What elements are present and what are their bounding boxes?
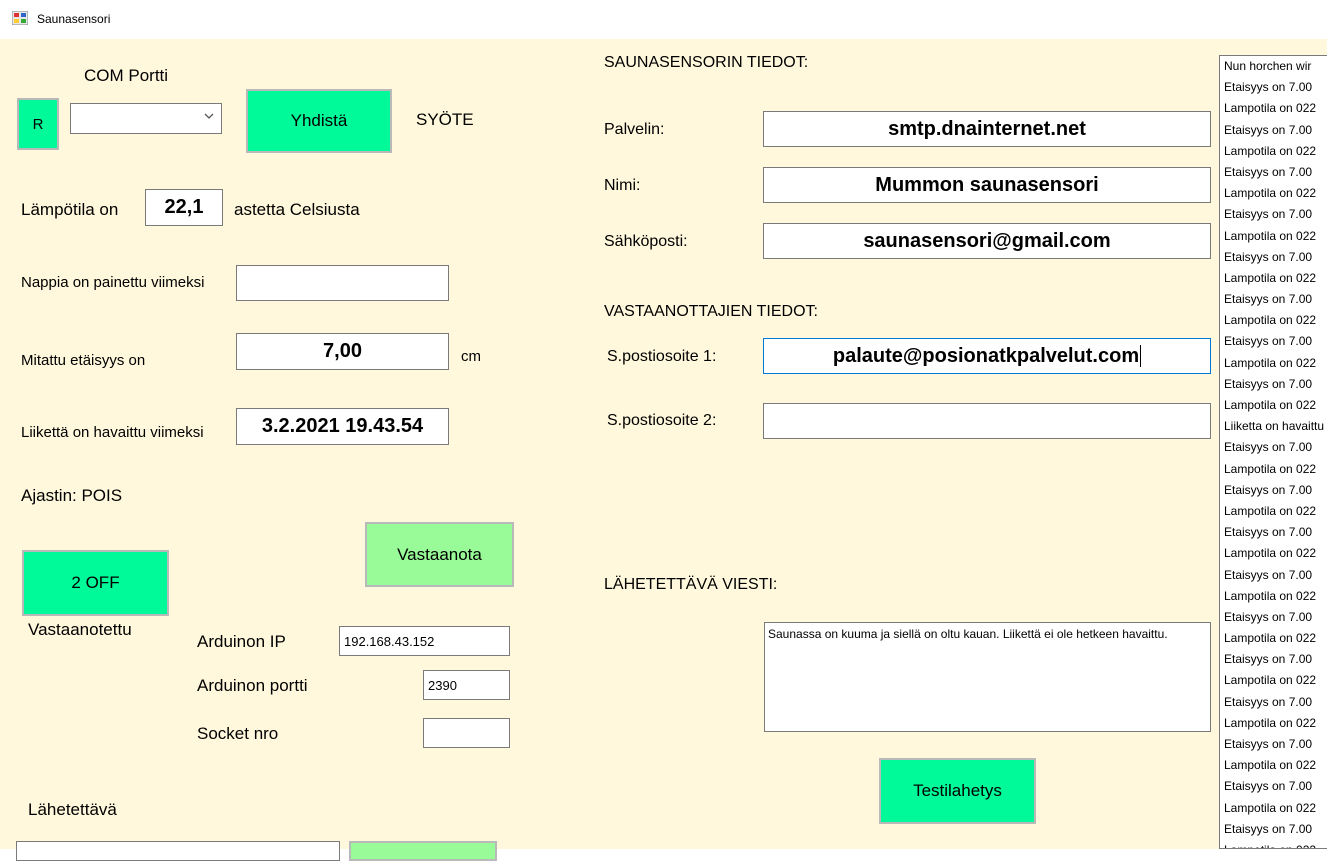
message-heading: LÄHETETTÄVÄ VIESTI: [604, 576, 778, 593]
log-line[interactable]: Etaisyys on 7.00 [1220, 607, 1327, 628]
window-title: Saunasensori [37, 12, 111, 26]
email2-label: S.postiosoite 2: [607, 412, 717, 429]
socket-label: Socket nro [197, 724, 279, 743]
server-label: Palvelin: [604, 121, 665, 138]
log-line[interactable]: Lampotila on 022 [1220, 226, 1327, 247]
title-bar: Saunasensori [0, 0, 1327, 39]
receive-button[interactable]: Vastaanota [365, 522, 514, 587]
send-button[interactable] [349, 841, 497, 861]
email1-field[interactable]: palaute@posionatkpalvelut.com [763, 338, 1211, 374]
log-line[interactable]: Lampotila on 022 [1220, 713, 1327, 734]
email2-field[interactable] [763, 403, 1211, 439]
socket-field[interactable] [423, 718, 510, 748]
log-line[interactable]: Etaisyys on 7.00 [1220, 776, 1327, 797]
name-label: Nimi: [604, 177, 641, 194]
arduino-ip-field[interactable]: 192.168.43.152 [339, 626, 510, 656]
distance-value[interactable]: 7,00 [236, 333, 449, 370]
sensor-info-heading: SAUNASENSORIN TIEDOT: [604, 54, 809, 71]
log-line[interactable]: Lampotila on 022 [1220, 395, 1327, 416]
temperature-prefix: Lämpötila on [21, 200, 119, 219]
log-line[interactable]: Lampotila on 022 [1220, 586, 1327, 607]
text-caret [1140, 345, 1142, 367]
temperature-suffix: astetta Celsiusta [234, 200, 360, 219]
off-button[interactable]: 2 OFF [22, 550, 169, 616]
log-line[interactable]: Lampotila on 022 [1220, 98, 1327, 119]
log-line[interactable]: Lampotila on 022 [1220, 840, 1327, 848]
log-line[interactable]: Lampotila on 022 [1220, 183, 1327, 204]
log-line[interactable]: Etaisyys on 7.00 [1220, 162, 1327, 183]
email1-value: palaute@posionatkpalvelut.com [832, 344, 1140, 367]
input-label: SYÖTE [416, 110, 474, 129]
log-line[interactable]: Etaisyys on 7.00 [1220, 819, 1327, 840]
recipients-heading: VASTAANOTTAJIEN TIEDOT: [604, 303, 818, 320]
motion-value[interactable]: 3.2.2021 19.43.54 [236, 408, 449, 445]
button-pressed-field[interactable] [236, 265, 449, 301]
app-icon [12, 11, 28, 25]
log-line[interactable]: Lampotila on 022 [1220, 798, 1327, 819]
email-field[interactable]: saunasensori@gmail.com [763, 223, 1211, 259]
log-line[interactable]: Lampotila on 022 [1220, 141, 1327, 162]
server-field[interactable]: smtp.dnainternet.net [763, 111, 1211, 147]
r-button[interactable]: R [17, 98, 59, 150]
message-textarea[interactable]: Saunassa on kuuma ja siellä on oltu kaua… [764, 622, 1211, 732]
log-line[interactable]: Etaisyys on 7.00 [1220, 374, 1327, 395]
log-line[interactable]: Liiketta on havaittu [1220, 416, 1327, 437]
email1-label: S.postiosoite 1: [607, 348, 717, 365]
log-line[interactable]: Etaisyys on 7.00 [1220, 289, 1327, 310]
log-line[interactable]: Lampotila on 022 [1220, 755, 1327, 776]
log-line[interactable]: Lampotila on 022 [1220, 670, 1327, 691]
button-pressed-label: Nappia on painettu viimeksi [21, 274, 205, 291]
log-line[interactable]: Etaisyys on 7.00 [1220, 565, 1327, 586]
log-line[interactable]: Etaisyys on 7.00 [1220, 692, 1327, 713]
log-line[interactable]: Etaisyys on 7.00 [1220, 77, 1327, 98]
log-line[interactable]: Etaisyys on 7.00 [1220, 331, 1327, 352]
log-lines: Nun horchen wir Etaisyys on 7.00 Lampotila… [1220, 56, 1327, 848]
arduino-ip-label: Arduinon IP [197, 632, 286, 651]
arduino-port-field[interactable]: 2390 [423, 670, 510, 700]
timer-status: Ajastin: POIS [21, 486, 123, 505]
chevron-down-icon [204, 113, 214, 119]
log-line[interactable]: Etaisyys on 7.00 [1220, 649, 1327, 670]
email-label: Sähköposti: [604, 233, 688, 250]
log-listbox[interactable]: Nun horchen wir Etaisyys on 7.00 Lampotila… [1219, 55, 1327, 849]
distance-unit: cm [461, 348, 481, 365]
com-port-label: COM Portti [84, 66, 169, 85]
main-form: COM Portti R Yhdistä SYÖTE Lämpötila on … [0, 39, 1327, 861]
log-line[interactable]: Etaisyys on 7.00 [1220, 480, 1327, 501]
log-line[interactable]: Etaisyys on 7.00 [1220, 204, 1327, 225]
log-line[interactable]: Etaisyys on 7.00 [1220, 247, 1327, 268]
log-line[interactable]: Lampotila on 022 [1220, 501, 1327, 522]
log-line[interactable]: Etaisyys on 7.00 [1220, 437, 1327, 458]
log-line[interactable]: Lampotila on 022 [1220, 543, 1327, 564]
log-line[interactable]: Etaisyys on 7.00 [1220, 734, 1327, 755]
test-send-button[interactable]: Testilahetys [879, 758, 1036, 824]
com-port-select[interactable] [70, 103, 222, 134]
send-label: Lähetettävä [28, 800, 117, 819]
log-line[interactable]: Etaisyys on 7.00 [1220, 120, 1327, 141]
arduino-port-label: Arduinon portti [197, 676, 308, 695]
log-line[interactable]: Etaisyys on 7.00 [1220, 522, 1327, 543]
send-field[interactable] [16, 841, 340, 861]
log-line[interactable]: Nun horchen wir [1220, 56, 1327, 77]
log-line[interactable]: Lampotila on 022 [1220, 353, 1327, 374]
log-line[interactable]: Lampotila on 022 [1220, 628, 1327, 649]
log-line[interactable]: Lampotila on 022 [1220, 459, 1327, 480]
log-line[interactable]: Lampotila on 022 [1220, 268, 1327, 289]
distance-label: Mitattu etäisyys on [21, 352, 146, 369]
log-line[interactable]: Lampotila on 022 [1220, 310, 1327, 331]
name-field[interactable]: Mummon saunasensori [763, 167, 1211, 203]
received-label: Vastaanotettu [28, 620, 132, 639]
motion-label: Liikettä on havaittu viimeksi [21, 424, 204, 441]
connect-button[interactable]: Yhdistä [246, 89, 392, 153]
temperature-value: 22,1 [145, 189, 223, 226]
